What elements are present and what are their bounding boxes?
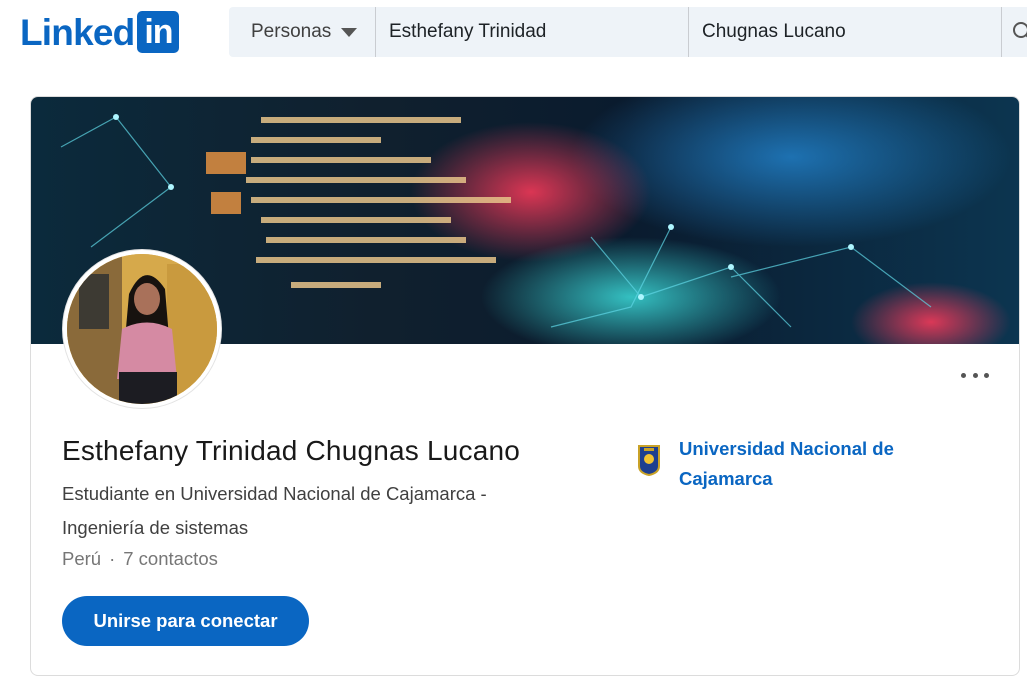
education-school-name: Universidad Nacional de Cajamarca (679, 438, 894, 489)
education-link[interactable]: Universidad Nacional de Cajamarca (637, 434, 939, 494)
caret-down-icon (341, 27, 358, 37)
linkedin-logo[interactable]: Linked in (20, 10, 180, 54)
first-name-value: Esthefany Trinidad (389, 21, 547, 42)
logo-wordmark: Linked (20, 11, 135, 53)
search-type-label: Personas (251, 21, 332, 42)
people-search-bar: Personas Esthefany Trinidad Chugnas Luca… (229, 7, 1027, 57)
ellipsis-dot (972, 372, 978, 378)
search-button[interactable] (1002, 7, 1027, 57)
search-icon (1013, 22, 1027, 38)
last-name-value: Chugnas Lucano (702, 21, 846, 42)
top-nav-bar: Linked in Personas Esthefany Trinidad Ch… (0, 0, 1027, 70)
search-type-dropdown[interactable]: Personas (229, 7, 376, 57)
join-to-connect-button[interactable]: Unirse para conectar (62, 596, 309, 646)
profile-card: Esthefany Trinidad Chugnas Lucano Estudi… (30, 96, 1020, 676)
ellipsis-icon (961, 372, 966, 378)
university-crest-icon (638, 445, 660, 476)
profile-headline: Estudiante en Universidad Nacional de Ca… (62, 483, 487, 538)
first-name-input[interactable]: Esthefany Trinidad (376, 7, 689, 57)
meta-separator: · (109, 548, 116, 569)
profile-location: Perú (62, 548, 102, 569)
logo-in-box: in (137, 11, 180, 53)
ellipsis-dot (984, 372, 989, 378)
profile-photo[interactable] (63, 250, 221, 408)
more-actions-button[interactable] (959, 363, 991, 387)
profile-connections: 7 contactos (123, 548, 218, 569)
profile-meta: Perú · 7 contactos (62, 548, 218, 570)
last-name-input[interactable]: Chugnas Lucano (689, 7, 1002, 57)
profile-name: Esthefany Trinidad Chugnas Lucano (62, 435, 521, 466)
